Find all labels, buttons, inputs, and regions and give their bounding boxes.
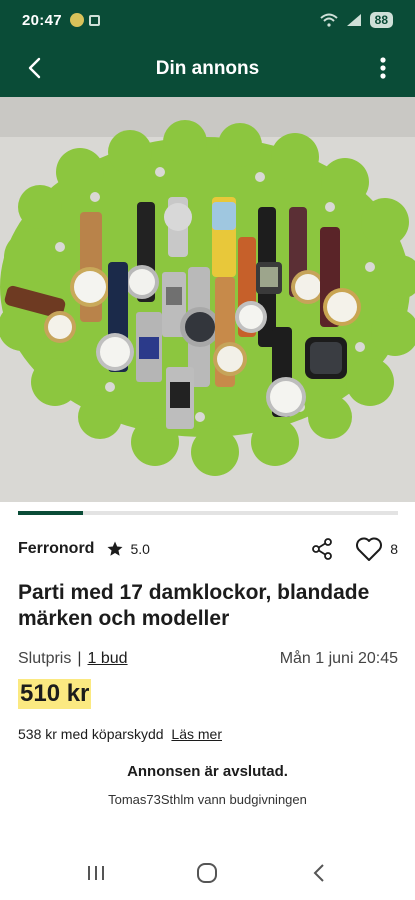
listing-ended-notice: Annonsen är avslutad. (127, 763, 288, 780)
buyer-protection: 538 kr med köparskydd Läs mer (18, 726, 222, 742)
app-bar: Din annons (0, 40, 415, 97)
page-title: Din annons (155, 57, 260, 79)
seller-name[interactable]: Ferronord (18, 540, 94, 558)
heart-icon (356, 537, 383, 561)
back-button[interactable] (18, 52, 50, 84)
more-vertical-icon (380, 57, 386, 79)
status-bar: 20:47 88 (0, 0, 415, 40)
listing-title: Parti med 17 damklockor, blandade märken… (18, 581, 370, 630)
gallery-progress-fill (18, 511, 83, 515)
back-arrow-icon (313, 863, 324, 882)
wifi-icon (319, 13, 338, 27)
seller-rating: 5.0 (130, 541, 150, 557)
read-more-link[interactable]: Läs mer (171, 726, 222, 742)
bids-link[interactable]: 1 bud (88, 650, 128, 668)
share-button[interactable] (308, 535, 336, 563)
system-back-button[interactable] (299, 857, 339, 889)
recent-apps-icon (87, 865, 104, 880)
notification-icons (69, 13, 100, 27)
app-notification-icon (69, 13, 84, 27)
final-price: 510 kr (18, 679, 92, 709)
winner-notice: Tomas73Sthlm vann budgivningen (108, 792, 307, 807)
screenshot-notification-icon (88, 14, 100, 26)
share-icon (312, 538, 333, 560)
recent-apps-button[interactable] (76, 857, 116, 889)
gallery-progress-bar (18, 511, 398, 515)
end-date: Mån 1 juni 20:45 (279, 650, 398, 667)
home-icon (197, 862, 218, 883)
favorites-count: 8 (390, 541, 398, 557)
buyer-protection-text: 538 kr med köparskydd (18, 726, 164, 742)
seller-row: Ferronord 5.0 8 (18, 532, 398, 566)
signal-icon (346, 14, 361, 26)
battery-indicator: 88 (369, 12, 393, 28)
home-button[interactable] (187, 857, 227, 889)
chevron-left-icon (28, 57, 41, 79)
status-time: 20:47 (22, 11, 62, 29)
more-options-button[interactable] (367, 52, 399, 84)
final-price-label: Slutpris (18, 650, 72, 667)
star-icon (107, 541, 123, 556)
watches-on-felt-image (0, 97, 415, 502)
auction-meta: Slutpris | 1 bud Mån 1 juni 20:45 (18, 650, 398, 668)
favorite-button[interactable] (354, 534, 384, 564)
separator: | (77, 650, 82, 667)
listing-photo[interactable] (0, 97, 415, 502)
system-nav-bar (0, 845, 415, 900)
